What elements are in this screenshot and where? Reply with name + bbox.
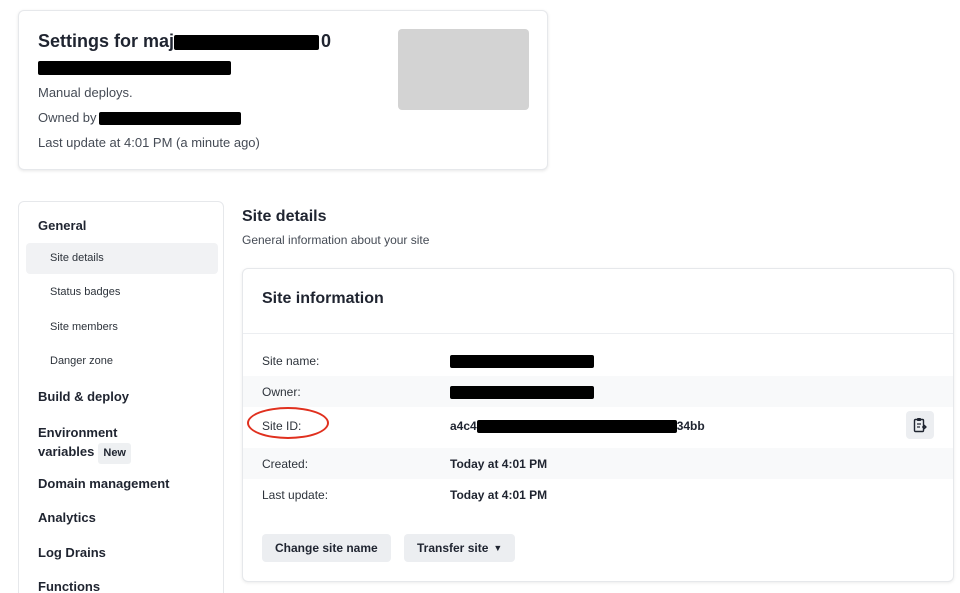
redacted-site-name (174, 34, 320, 50)
site-id-row: Site ID: a4c4 34bb (243, 407, 953, 441)
sidebar-item-general[interactable]: General (38, 218, 86, 233)
created-value: Today at 4:01 PM (450, 457, 548, 471)
transfer-site-button[interactable]: Transfer site ▼ (404, 534, 516, 562)
sidebar-item-build-deploy[interactable]: Build & deploy (38, 389, 129, 404)
site-name-value (450, 354, 594, 369)
page-title-prefix: Settings for maj (38, 31, 175, 51)
sidebar-item-danger-zone[interactable]: Danger zone (26, 346, 218, 377)
site-information-title: Site information (262, 290, 384, 307)
owner-value (450, 385, 594, 400)
change-site-name-button[interactable]: Change site name (262, 534, 391, 562)
sidebar-item-functions[interactable]: Functions (38, 579, 100, 593)
env-vars-label-line2: variables (38, 444, 95, 459)
last-update-label: Last update: (262, 488, 329, 502)
site-id-highlight-circle (247, 407, 329, 439)
last-update-row: Last update: Today at 4:01 PM (243, 479, 953, 510)
redacted-owner (98, 112, 241, 126)
owner-row: Owner: (243, 376, 953, 407)
section-description: General information about your site (242, 233, 430, 247)
site-information-card: Site information Site name: Owner: Site … (242, 268, 954, 582)
section-title: Site details (242, 208, 327, 225)
sidebar-item-environment-variables[interactable]: Environment variables New (38, 423, 131, 464)
sidebar-item-log-drains[interactable]: Log Drains (38, 545, 106, 560)
site-id-prefix: a4c4 (450, 419, 477, 433)
sidebar-item-status-badges[interactable]: Status badges (26, 277, 218, 308)
card-divider (243, 333, 953, 334)
site-name-row: Site name: (243, 345, 953, 376)
last-update-text: Last update at 4:01 PM (a minute ago) (38, 135, 260, 150)
site-header-card: Settings for maj 0 Manual deploys. Owned … (18, 10, 548, 170)
env-vars-label-line1: Environment (38, 425, 118, 440)
site-id-suffix: 34bb (676, 419, 705, 433)
redacted-owner-value (450, 386, 594, 400)
page-title-suffix: 0 (321, 31, 332, 51)
sidebar-item-domain-management[interactable]: Domain management (38, 476, 169, 491)
sidebar-item-site-members[interactable]: Site members (26, 312, 218, 343)
redacted-site-name-value (450, 355, 594, 369)
new-badge: New (98, 443, 131, 464)
transfer-site-label: Transfer site (417, 541, 489, 555)
last-update-value: Today at 4:01 PM (450, 488, 548, 502)
sidebar-item-site-details[interactable]: Site details (26, 243, 218, 274)
settings-sidebar: General Site details Status badges Site … (18, 201, 224, 593)
created-label: Created: (262, 457, 309, 471)
clipboard-copy-icon (913, 418, 927, 433)
owner-label: Owner: (262, 385, 301, 399)
owned-by-label: Owned by (38, 110, 97, 125)
site-id-value: a4c4 34bb (450, 419, 705, 434)
page-title: Settings for maj 0 (38, 31, 331, 52)
created-row: Created: Today at 4:01 PM (243, 448, 953, 479)
chevron-down-icon: ▼ (493, 543, 503, 553)
redacted-site-id (476, 420, 677, 434)
site-screenshot-thumbnail[interactable] (398, 29, 529, 110)
copy-site-id-button[interactable] (906, 411, 934, 439)
deploy-mode-text: Manual deploys. (38, 85, 133, 100)
site-name-label: Site name: (262, 354, 320, 368)
change-site-name-label: Change site name (275, 541, 378, 555)
redacted-site-url (38, 61, 231, 75)
owner-line: Owned by (38, 110, 241, 126)
sidebar-item-analytics[interactable]: Analytics (38, 510, 96, 525)
